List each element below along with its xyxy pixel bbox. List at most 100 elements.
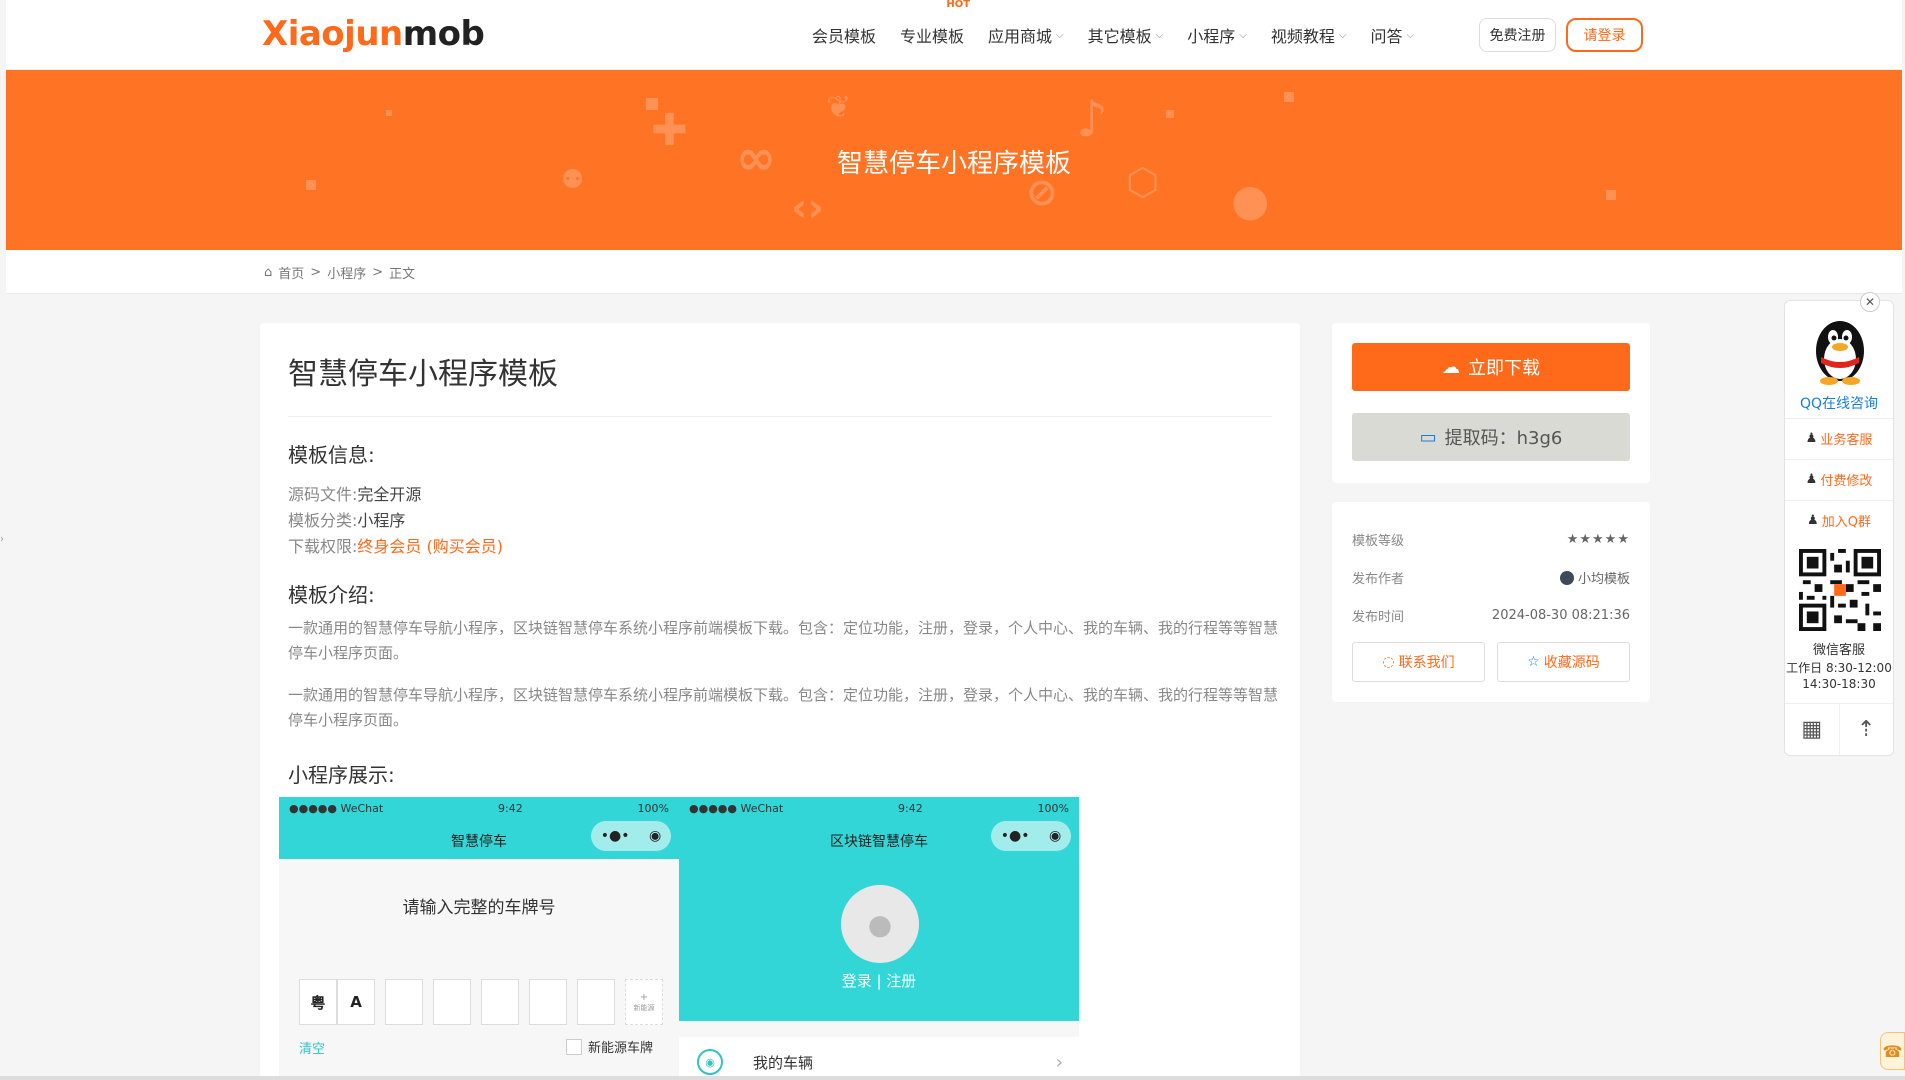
info-row-permission: 下载权限:终身会员 (购买会员)	[288, 537, 503, 556]
banner-title: 智慧停车小程序模板	[836, 149, 1071, 179]
chevron-down-icon: ⌵	[1239, 29, 1247, 41]
support-tab-icon[interactable]: ☎	[1880, 1032, 1905, 1070]
download-button[interactable]: ☁ 立即下载	[1352, 343, 1630, 391]
nav-item-5[interactable]: 视频教程 ⌵	[1271, 23, 1347, 47]
target-icon: ◉	[649, 828, 662, 844]
work-hours: 14:30-18:30	[1802, 677, 1876, 691]
left-edge-icon: ›	[0, 534, 4, 545]
info-row-category: 模板分类:小程序	[288, 511, 406, 530]
target-icon: ◉	[1049, 828, 1062, 844]
author-avatar-icon	[1559, 570, 1574, 585]
showcase-heading: 小程序展示:	[288, 763, 395, 787]
decor-music-icon: ♪	[1076, 90, 1108, 148]
decor-square	[1284, 92, 1294, 102]
info-row-source: 源码文件:完全开源	[288, 485, 422, 504]
nav-item-1[interactable]: 专业模板 HOT	[900, 0, 970, 47]
main-nav: 会员模板 专业模板 HOT 应用商城 ⌵ 其它模板 ⌵ 小程序 ⌵ 视频教程 ⌵ 问答 ⌵	[812, 0, 1438, 70]
service-item-join-group[interactable]: ♟ 加入Q群	[1785, 500, 1893, 540]
extract-code-button[interactable]: ▭ 提取码：h3g6	[1352, 413, 1630, 461]
plate-new-energy-box: + 新能源	[625, 979, 663, 1025]
star-icon: ☆	[1527, 654, 1540, 670]
decor-square	[646, 98, 658, 110]
site-logo[interactable]: Xiaojunmob	[262, 14, 485, 54]
breadcrumb-separator: >	[310, 265, 322, 280]
breadcrumb-category[interactable]: 小程序	[327, 263, 366, 282]
decor-square	[1166, 110, 1174, 118]
showcase-phone-plate: ●●●●● WeChat 9:42 100% 智慧停车 •●• ◉ 请输入完整的…	[279, 797, 679, 1080]
template-meta-card: 模板等级 ★★★★★ 发布作者 小均模板 发布时间 2024-08-30 08:…	[1332, 502, 1650, 702]
status-bar: ●●●●● WeChat 9:42 100%	[689, 802, 1069, 815]
qq-penguin-icon	[1816, 321, 1864, 385]
wechat-label: 微信客服	[1812, 643, 1865, 658]
qr-code-icon[interactable]: ▦	[1785, 704, 1839, 755]
decor-square	[386, 110, 392, 116]
clear-link: 清空	[299, 1042, 326, 1057]
chevron-down-icon: ⌵	[1406, 29, 1415, 41]
download-card: ☁ 立即下载 ▭ 提取码：h3g6	[1332, 323, 1650, 483]
login-button[interactable]: 请登录	[1566, 18, 1643, 52]
plate-prompt: 请输入完整的车牌号	[402, 898, 556, 918]
more-icon: •●•	[1000, 828, 1030, 844]
info-heading: 模板信息:	[288, 443, 375, 467]
plate-char-box	[385, 979, 423, 1025]
site-header: Xiaojunmob 会员模板 专业模板 HOT 应用商城 ⌵ 其它模板 ⌵ 小程序 ⌵ 视频教程…	[6, 0, 1902, 70]
decor-square	[306, 180, 316, 190]
service-panel-footer: ▦ ⇡	[1785, 703, 1893, 755]
chevron-down-icon: ⌵	[1338, 29, 1347, 41]
monitor-icon: ▭	[1419, 426, 1437, 448]
intro-paragraph: 一款通用的智慧停车导航小程序，区块链智慧停车系统小程序前端模板下载。包含：定位功…	[288, 686, 1279, 729]
taskbar-strip	[0, 1076, 1905, 1080]
battery-icon: 100%	[637, 802, 669, 815]
cloud-download-icon: ☁	[1442, 356, 1460, 378]
breadcrumb-separator: >	[372, 265, 384, 280]
profile-header: ●●●●● WeChat 9:42 100% 区块链智慧停车 •●• ◉ ● 登…	[679, 797, 1079, 1021]
qq-icon: ♟	[1807, 513, 1819, 528]
favorite-button[interactable]: ☆ 收藏源码	[1497, 642, 1630, 682]
plate-letter: A	[337, 979, 375, 1025]
hot-badge: HOT	[946, 0, 971, 10]
buy-membership-link[interactable]: 终身会员 (购买会员)	[357, 537, 503, 556]
nav-item-6[interactable]: 问答 ⌵	[1370, 23, 1414, 47]
contact-button[interactable]: ◌ 联系我们	[1352, 642, 1485, 682]
plate-char-box	[577, 979, 615, 1025]
avatar-icon: ●	[841, 885, 919, 963]
nav-item-0[interactable]: 会员模板	[812, 23, 876, 47]
qq-online-link[interactable]: QQ在线咨询	[1785, 393, 1893, 413]
close-icon[interactable]: ✕	[1860, 292, 1880, 312]
breadcrumb: ⌂ 首页 > 小程序 > 正文	[264, 263, 415, 282]
register-button[interactable]: 免费注册	[1479, 18, 1556, 52]
divider	[288, 416, 1272, 417]
chevron-down-icon: ⌵	[1056, 29, 1064, 41]
rocket-icon[interactable]: ⇡	[1838, 704, 1894, 755]
decor-leaf-icon: ❦	[826, 90, 852, 125]
rating-stars: ★★★★★	[1566, 532, 1630, 547]
breadcrumb-home[interactable]: 首页	[278, 263, 304, 282]
breadcrumb-bar: ⌂ 首页 > 小程序 > 正文	[6, 250, 1902, 294]
chevron-down-icon: ⌵	[1155, 29, 1164, 41]
breadcrumb-current: 正文	[389, 267, 416, 282]
decor-square	[1606, 190, 1616, 200]
page-banner: ✚ ∞ ‹› ❦ ♪ ⊘ ⬡ ● ⚉ 智慧停车小程序模板	[6, 70, 1902, 250]
qq-icon: ♟	[1805, 472, 1818, 487]
nav-item-3[interactable]: 其它模板 ⌵	[1088, 23, 1164, 47]
plate-char-box	[433, 979, 471, 1025]
more-icon: •●•	[600, 828, 630, 844]
nav-item-4[interactable]: 小程序 ⌵	[1187, 23, 1247, 47]
nav-item-2[interactable]: 应用商城 ⌵	[988, 23, 1064, 47]
decor-code-icon: ‹›	[791, 185, 824, 231]
chat-icon: ◌	[1382, 654, 1395, 670]
menu-row-my-car: ◉ 我的车辆 ›	[679, 1037, 1079, 1080]
wechat-qr-code	[1799, 549, 1881, 631]
login-register-link: 登录 | 注册	[841, 972, 917, 990]
battery-icon: 100%	[1037, 802, 1069, 815]
work-hours: 工作日 8:30-12:00	[1786, 661, 1892, 675]
intro-heading: 模板介绍:	[288, 583, 375, 607]
intro-paragraph: 一款通用的智慧停车导航小程序，区块链智慧停车系统小程序前端模板下载。包含：定位功…	[288, 619, 1279, 662]
plate-province: 粤	[299, 979, 337, 1025]
service-item-business[interactable]: ♟ 业务客服	[1785, 418, 1893, 458]
car-icon: ◉	[697, 1049, 723, 1075]
qq-icon: ♟	[1805, 431, 1818, 446]
mini-program-capsule: •●• ◉	[591, 821, 671, 851]
decor-apple-icon: ●	[1231, 175, 1270, 226]
service-item-paid-edit[interactable]: ♟ 付费修改	[1785, 459, 1893, 499]
